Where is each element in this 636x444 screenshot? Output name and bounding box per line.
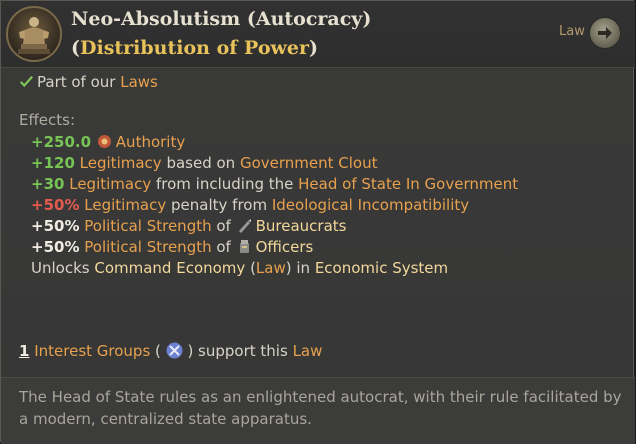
effect-connector: of (211, 238, 236, 256)
officers-link[interactable]: Officers (256, 238, 314, 256)
political-strength-link[interactable]: Political Strength (84, 217, 211, 235)
effect-value: +50% (31, 217, 80, 235)
description-panel: The Head of State rules as an enlightene… (1, 377, 635, 444)
support-count[interactable]: 1 (19, 342, 29, 360)
tooltip-header: Neo-Absolutism (Autocracy) (Distribution… (1, 1, 635, 68)
support-line: 1 Interest Groups ( ) support this Law (19, 341, 322, 362)
effect-authority: +250.0 Authority (31, 132, 185, 153)
effect-incompatibility: +50% Legitimacy penalty from Ideological… (31, 195, 469, 216)
government-clout-link[interactable]: Government Clout (240, 154, 378, 172)
effect-head-of-state: +30 Legitimacy from including the Head o… (31, 174, 518, 195)
interest-groups-link[interactable]: Interest Groups (34, 342, 150, 360)
bureaucrats-icon (238, 219, 251, 233)
bureaucrats-link[interactable]: Bureaucrats (256, 217, 347, 235)
law-title: Neo-Absolutism (Autocracy) (Distribution… (71, 5, 511, 63)
authority-icon (97, 135, 111, 148)
unlocks-open: ( (245, 259, 256, 277)
arrow-right-icon (598, 27, 612, 39)
effect-bureaucrats: +50% Political Strength of Bureaucrats (31, 216, 346, 237)
effect-connector: based on (161, 154, 240, 172)
legitimacy-link[interactable]: Legitimacy (80, 154, 162, 172)
law-title-close: ) (308, 37, 318, 59)
effect-connector: penalty from (166, 196, 272, 214)
law-tooltip: Neo-Absolutism (Autocracy) (Distribution… (0, 0, 635, 444)
effect-value: +50% (31, 196, 80, 214)
law-group-link[interactable]: Distribution of Power (80, 37, 309, 59)
status-line: Part of our Laws (19, 72, 158, 93)
effect-officers: +50% Political Strength of Officers (31, 237, 313, 258)
effect-unlocks: Unlocks Command Economy (Law) in Economi… (31, 258, 448, 279)
effect-connector: of (211, 217, 236, 235)
figure-statue-icon (6, 6, 62, 62)
officers-icon (239, 240, 249, 253)
support-open: ( (150, 342, 166, 360)
command-economy-link[interactable]: Command Economy (94, 259, 245, 277)
effect-clout: +120 Legitimacy based on Government Clou… (31, 153, 377, 174)
law-type-label: Law (559, 24, 585, 39)
unlocks-prefix: Unlocks (31, 259, 95, 277)
effect-value: +50% (31, 238, 80, 256)
effects-heading: Effects: (19, 111, 76, 129)
unlocks-connector: in (291, 259, 315, 277)
effect-value: +30 (31, 175, 65, 193)
support-close: ) support this (182, 342, 293, 360)
effect-value: +250.0 (31, 133, 92, 151)
go-to-law-button[interactable] (589, 17, 621, 49)
head-of-state-link[interactable]: Head of State In Government (298, 175, 518, 193)
law-link[interactable]: Law (256, 259, 286, 277)
effect-connector: from including the (151, 175, 299, 193)
law-description: The Head of State rules as an enlightene… (19, 388, 622, 428)
economic-system-link[interactable]: Economic System (315, 259, 448, 277)
status-prefix: Part of our (37, 73, 121, 91)
law-link[interactable]: Law (293, 342, 323, 360)
laws-link[interactable]: Laws (120, 73, 158, 91)
legitimacy-link[interactable]: Legitimacy (69, 175, 151, 193)
effect-value: +120 (31, 154, 75, 172)
ideological-incompatibility-link[interactable]: Ideological Incompatibility (272, 196, 469, 214)
authority-link[interactable]: Authority (116, 133, 185, 151)
crossed-swords-icon[interactable] (166, 342, 183, 359)
legitimacy-link[interactable]: Legitimacy (84, 196, 166, 214)
checkmark-icon (19, 75, 34, 88)
political-strength-link[interactable]: Political Strength (84, 238, 211, 256)
